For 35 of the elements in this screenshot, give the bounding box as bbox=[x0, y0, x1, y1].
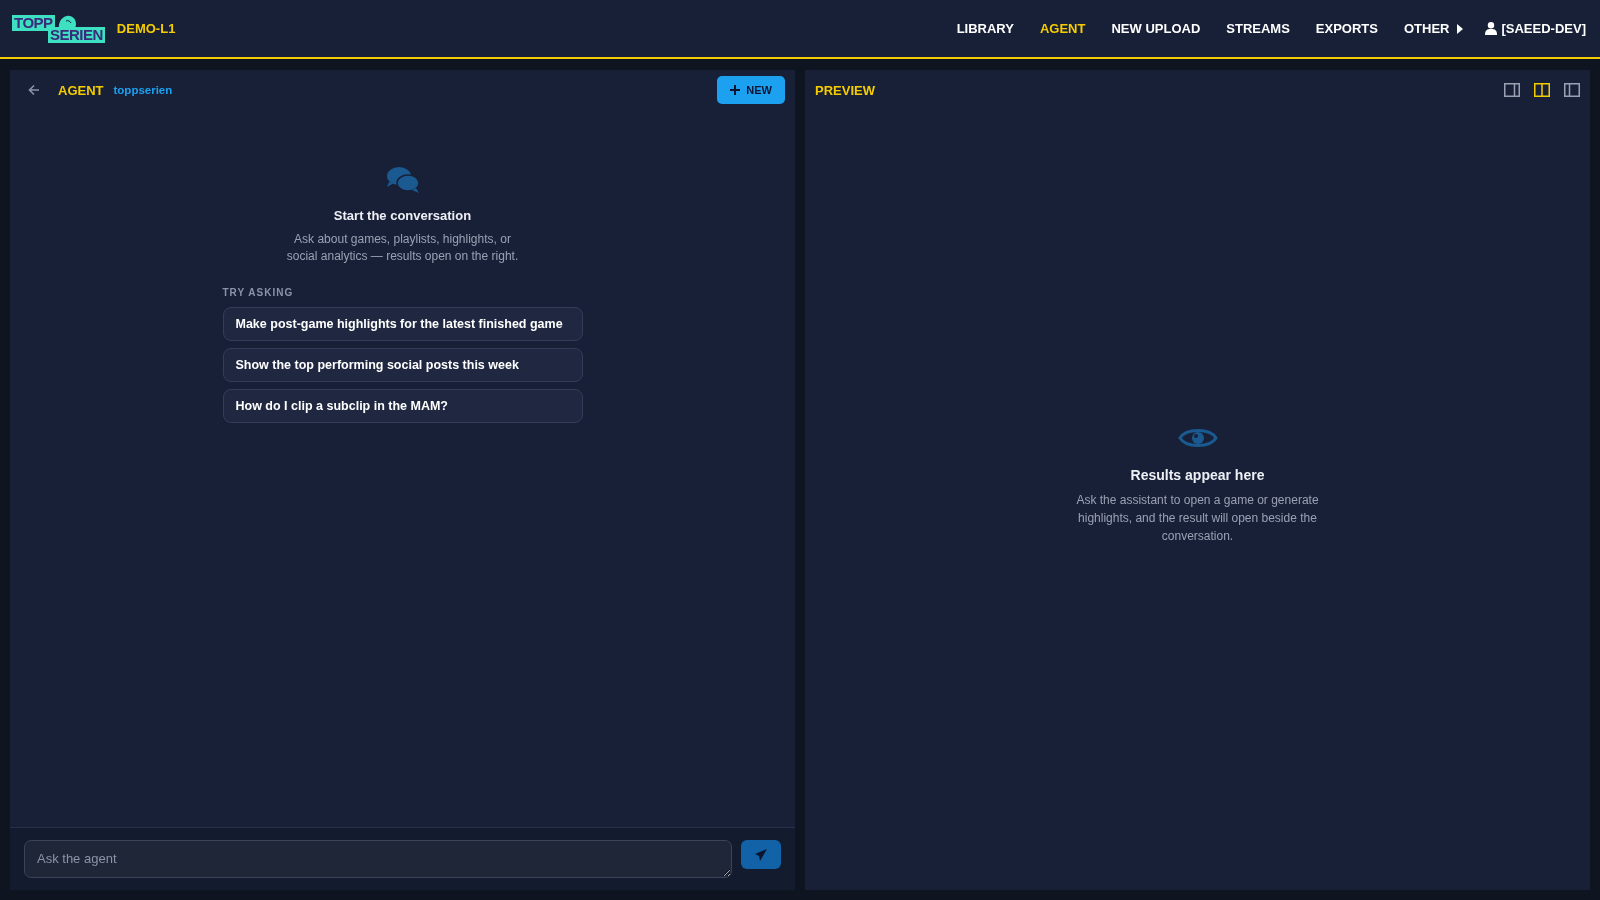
user-menu[interactable]: [SAEED-DEV] bbox=[1485, 21, 1586, 36]
layout-icon bbox=[1564, 83, 1580, 97]
chat-bubbles-icon bbox=[385, 166, 420, 194]
layout-icon bbox=[1534, 83, 1550, 97]
nav-link[interactable]: OTHER bbox=[1404, 21, 1464, 36]
send-button[interactable] bbox=[741, 840, 781, 869]
nav-link[interactable]: STREAMS bbox=[1226, 21, 1290, 36]
new-button[interactable]: NEW bbox=[717, 76, 785, 104]
layout-icon bbox=[1504, 83, 1520, 97]
empty-state-title: Start the conversation bbox=[333, 208, 472, 223]
layout-button[interactable] bbox=[1564, 83, 1580, 97]
caret-icon bbox=[1457, 23, 1464, 34]
nav-link[interactable]: AGENT bbox=[1039, 21, 1086, 36]
message-input[interactable]: Ask the agent bbox=[24, 840, 732, 878]
suggestion-button[interactable]: Show the top performing social posts this week bbox=[222, 348, 583, 382]
back-arrow-icon bbox=[28, 84, 40, 96]
environment-label: DEMO-L1 bbox=[116, 21, 176, 36]
send-icon bbox=[755, 848, 767, 861]
workspace-label: toppserien bbox=[113, 84, 173, 96]
panel-title: PREVIEW bbox=[815, 82, 875, 98]
layout-button[interactable] bbox=[1534, 83, 1550, 97]
empty-state-text: Ask about games, playlists, highlights, or social analytics — results open on the right. bbox=[285, 231, 520, 265]
nav-link[interactable]: LIBRARY bbox=[956, 21, 1014, 36]
panel-title: AGENT bbox=[58, 82, 104, 98]
section-label: TRY ASKING bbox=[222, 287, 295, 298]
empty-state-title: Results appear here bbox=[1130, 467, 1265, 483]
layout-button[interactable] bbox=[1504, 83, 1520, 97]
suggestion-button[interactable]: How do I clip a subclip in the MAM? bbox=[222, 389, 583, 423]
empty-state-text: Ask the assistant to open a game or generate highlights, and the result will open beside the conversation. bbox=[1075, 492, 1320, 545]
suggestion-button[interactable]: Make post-game highlights for the latest finished game bbox=[222, 307, 583, 341]
nav-link[interactable]: EXPORTS bbox=[1315, 21, 1378, 36]
nav-link[interactable]: NEW UPLOAD bbox=[1111, 21, 1201, 36]
user-icon bbox=[1485, 22, 1498, 35]
logo[interactable]: TOPP SERIEN bbox=[12, 14, 105, 43]
plus-icon bbox=[730, 85, 741, 95]
